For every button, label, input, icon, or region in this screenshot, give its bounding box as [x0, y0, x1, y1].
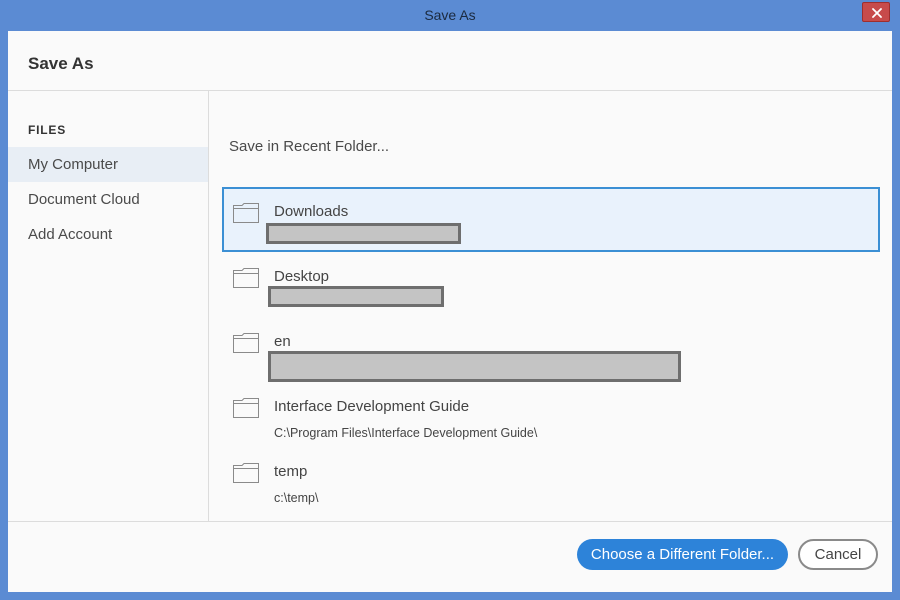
recent-folder-label: Save in Recent Folder... — [229, 138, 390, 155]
folder-item-temp[interactable]: temp c:\temp\ — [222, 447, 880, 512]
close-icon — [872, 8, 882, 18]
folder-item-downloads[interactable]: Downloads — [222, 187, 880, 252]
dialog-body: Save As FILES My Computer Document Cloud… — [8, 31, 892, 592]
folder-name: en — [274, 333, 291, 350]
redacted-path — [266, 223, 461, 244]
sidebar-section-label: FILES — [28, 123, 67, 137]
folder-name: temp — [274, 463, 308, 480]
main-panel: Save in Recent Folder... Downloads Deskt… — [209, 91, 892, 521]
folder-item-desktop[interactable]: Desktop — [222, 252, 880, 317]
dialog-footer: Choose a Different Folder... Cancel — [8, 521, 892, 592]
cancel-button[interactable]: Cancel — [798, 539, 878, 570]
redacted-path — [268, 351, 681, 382]
folder-item-en[interactable]: en — [222, 317, 880, 382]
redacted-path — [268, 286, 444, 307]
dialog-heading: Save As — [28, 54, 94, 73]
sidebar-item-my-computer[interactable]: My Computer — [8, 147, 208, 182]
sidebar-item-document-cloud[interactable]: Document Cloud — [8, 182, 208, 217]
window-close-button[interactable] — [862, 2, 890, 22]
folder-icon — [233, 398, 259, 418]
sidebar: FILES My Computer Document Cloud Add Acc… — [8, 91, 209, 521]
sidebar-item-label: Add Account — [28, 226, 113, 243]
choose-different-folder-button[interactable]: Choose a Different Folder... — [577, 539, 788, 570]
folder-path: c:\temp\ — [274, 491, 319, 505]
folder-name: Interface Development Guide — [274, 398, 470, 415]
window-title-bar: Save As — [0, 0, 900, 31]
folder-item-interface-development-guide[interactable]: Interface Development Guide C:\Program F… — [222, 382, 880, 447]
folder-icon — [233, 203, 259, 223]
folder-path: C:\Program Files\Interface Development G… — [274, 426, 538, 440]
folder-icon — [233, 463, 259, 483]
sidebar-item-label: Document Cloud — [28, 191, 140, 208]
folder-icon — [233, 333, 259, 353]
window-title: Save As — [424, 7, 476, 23]
folder-name: Desktop — [274, 268, 330, 285]
sidebar-item-label: My Computer — [28, 156, 119, 173]
folder-icon — [233, 268, 259, 288]
dialog-header: Save As — [8, 31, 892, 91]
folder-list: Downloads Desktop en Interface Developme… — [222, 187, 880, 512]
folder-name: Downloads — [274, 203, 349, 220]
sidebar-item-add-account[interactable]: Add Account — [8, 217, 208, 252]
